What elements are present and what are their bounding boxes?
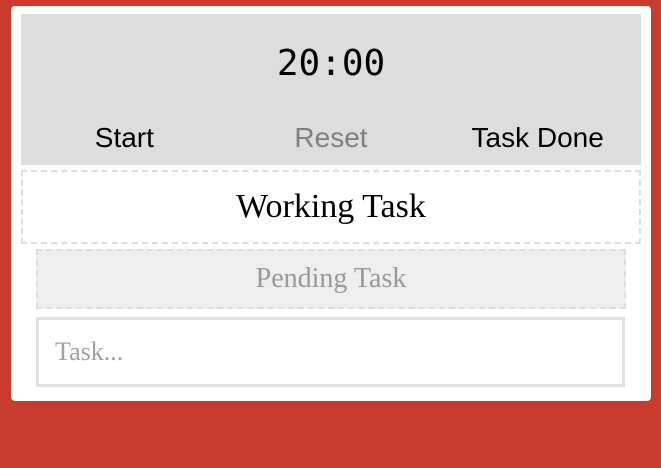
timer-display: 20:00 xyxy=(276,43,386,84)
task-done-button[interactable]: Task Done xyxy=(434,118,641,158)
pomodoro-card: 20:00 Start Reset Task Done Working Task… xyxy=(11,6,651,401)
task-input[interactable] xyxy=(36,317,625,387)
reset-button[interactable]: Reset xyxy=(228,118,435,158)
timer-controls: Start Reset Task Done xyxy=(21,118,641,158)
timer-panel: 20:00 Start Reset Task Done xyxy=(21,14,641,165)
pending-task[interactable]: Pending Task xyxy=(36,249,626,309)
start-button[interactable]: Start xyxy=(21,118,228,158)
working-task[interactable]: Working Task xyxy=(21,170,641,244)
